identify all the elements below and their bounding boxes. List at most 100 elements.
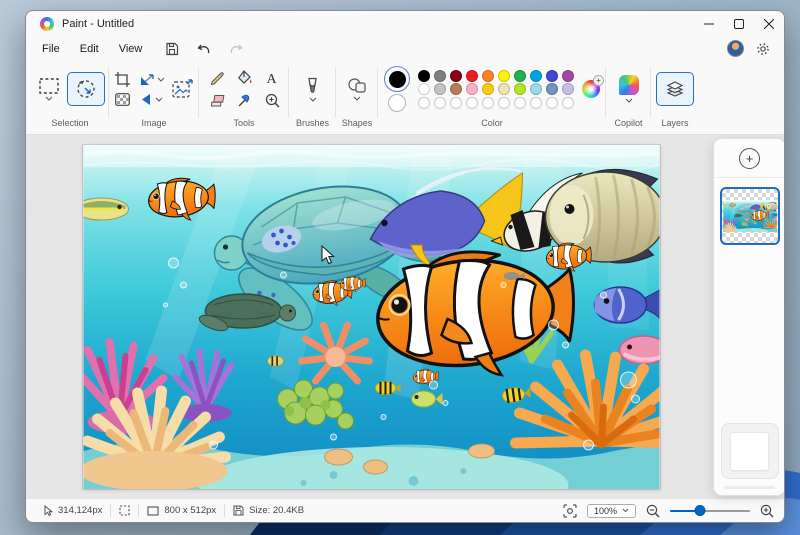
zoom-out-icon[interactable]	[646, 504, 660, 518]
color1-swatch[interactable]	[384, 66, 410, 92]
empty-color-slot[interactable]	[434, 97, 446, 109]
settings-gear-icon[interactable]	[756, 42, 770, 56]
canvas-area	[26, 135, 784, 498]
color-swatch[interactable]	[514, 83, 526, 95]
chevron-down-icon	[155, 97, 163, 102]
chevron-down-icon	[45, 96, 53, 101]
tools-group-label: Tools	[199, 118, 289, 134]
color-swatch[interactable]	[546, 83, 558, 95]
eraser-icon[interactable]	[209, 94, 225, 107]
color-swatch[interactable]	[466, 83, 478, 95]
add-layer-button[interactable]: +	[739, 148, 760, 169]
layers-button[interactable]	[656, 72, 694, 106]
cursor-position-status: 314,124px	[36, 505, 110, 516]
color2-swatch[interactable]	[388, 94, 406, 112]
empty-color-slot[interactable]	[466, 97, 478, 109]
zoom-level-value: 100%	[594, 506, 617, 516]
flip-rotate-button[interactable]	[140, 93, 165, 106]
chevron-down-icon[interactable]	[309, 97, 317, 102]
color-picker-icon[interactable]	[237, 93, 251, 108]
layers-group-label: Layers	[651, 118, 699, 134]
image-creator-button[interactable]	[172, 79, 194, 99]
color-swatch[interactable]	[514, 70, 526, 82]
color-swatch[interactable]	[530, 70, 542, 82]
color-swatch[interactable]	[450, 83, 462, 95]
empty-color-slot[interactable]	[498, 97, 510, 109]
menu-file[interactable]: File	[32, 40, 70, 58]
transform-selection-button[interactable]	[67, 72, 105, 106]
chevron-down-icon[interactable]	[353, 96, 361, 101]
ribbon-toolbar: Selection	[26, 60, 784, 135]
account-avatar[interactable]	[727, 40, 744, 57]
color-swatch[interactable]	[562, 70, 574, 82]
color-group-label: Color	[378, 118, 606, 134]
minimize-button[interactable]	[694, 11, 724, 37]
fill-bucket-icon[interactable]	[237, 70, 253, 85]
svg-text:A: A	[266, 72, 277, 85]
empty-color-slot[interactable]	[562, 97, 574, 109]
chevron-down-icon[interactable]	[625, 98, 633, 103]
image-group: Image	[109, 60, 199, 134]
menu-edit[interactable]: Edit	[70, 40, 109, 58]
color-swatch[interactable]	[562, 83, 574, 95]
color-swatch[interactable]	[530, 83, 542, 95]
zoom-slider[interactable]	[670, 505, 750, 517]
color-swatch[interactable]	[482, 83, 494, 95]
magnifier-icon[interactable]	[265, 93, 280, 108]
palette-row-1	[418, 70, 574, 82]
save-button[interactable]	[160, 40, 184, 58]
layers-icon	[666, 80, 684, 98]
zoom-slider-thumb[interactable]	[695, 505, 706, 516]
layer-thumbnail[interactable]	[720, 187, 780, 245]
color-swatch[interactable]	[466, 70, 478, 82]
crop-icon[interactable]	[115, 72, 130, 87]
zoom-level-dropdown[interactable]: 100%	[587, 504, 636, 518]
shapes-icon[interactable]	[348, 78, 366, 93]
color-swatch[interactable]	[418, 70, 430, 82]
redo-button[interactable]	[224, 40, 248, 58]
selection-size-status	[111, 505, 138, 516]
empty-color-slot[interactable]	[482, 97, 494, 109]
menu-view[interactable]: View	[109, 40, 153, 58]
canvas-image[interactable]	[83, 145, 660, 489]
zoom-in-icon[interactable]	[760, 504, 774, 518]
copilot-group-label: Copilot	[606, 118, 651, 134]
image-group-label: Image	[109, 118, 199, 134]
empty-color-slot[interactable]	[546, 97, 558, 109]
color-swatch[interactable]	[482, 70, 494, 82]
brushes-group: Brushes	[289, 60, 336, 134]
background-layer-tile[interactable]	[721, 423, 779, 479]
menubar: File Edit View	[26, 37, 784, 60]
brush-icon[interactable]	[305, 77, 320, 94]
edit-colors-button[interactable]	[582, 80, 600, 98]
color-swatch[interactable]	[546, 70, 558, 82]
color1-swatch-inner	[389, 71, 406, 88]
color-swatch[interactable]	[434, 70, 446, 82]
file-size-value: Size: 20.4KB	[249, 505, 304, 516]
color-swatch[interactable]	[418, 83, 430, 95]
close-button[interactable]	[754, 11, 784, 37]
titlebar: Paint - Untitled	[26, 11, 784, 37]
empty-color-slot[interactable]	[450, 97, 462, 109]
color-swatch[interactable]	[450, 70, 462, 82]
rectangle-select-button[interactable]	[35, 76, 63, 103]
pencil-icon[interactable]	[209, 70, 224, 85]
cursor-position-value: 314,124px	[58, 505, 102, 516]
shapes-group-label: Shapes	[336, 118, 378, 134]
layers-panel-divider	[714, 177, 785, 178]
color-swatch[interactable]	[498, 83, 510, 95]
empty-color-slot[interactable]	[514, 97, 526, 109]
selection-group-label: Selection	[31, 118, 109, 134]
fit-to-screen-icon[interactable]	[563, 504, 577, 518]
color-swatch[interactable]	[434, 83, 446, 95]
copilot-icon[interactable]	[619, 75, 639, 95]
text-tool-icon[interactable]: A	[265, 71, 278, 85]
undo-button[interactable]	[192, 40, 216, 58]
empty-color-slot[interactable]	[530, 97, 542, 109]
maximize-button[interactable]	[724, 11, 754, 37]
remove-background-icon[interactable]	[115, 93, 130, 106]
resize-button[interactable]	[140, 73, 165, 86]
empty-color-slot[interactable]	[418, 97, 430, 109]
cursor-position-icon	[44, 505, 53, 516]
color-swatch[interactable]	[498, 70, 510, 82]
